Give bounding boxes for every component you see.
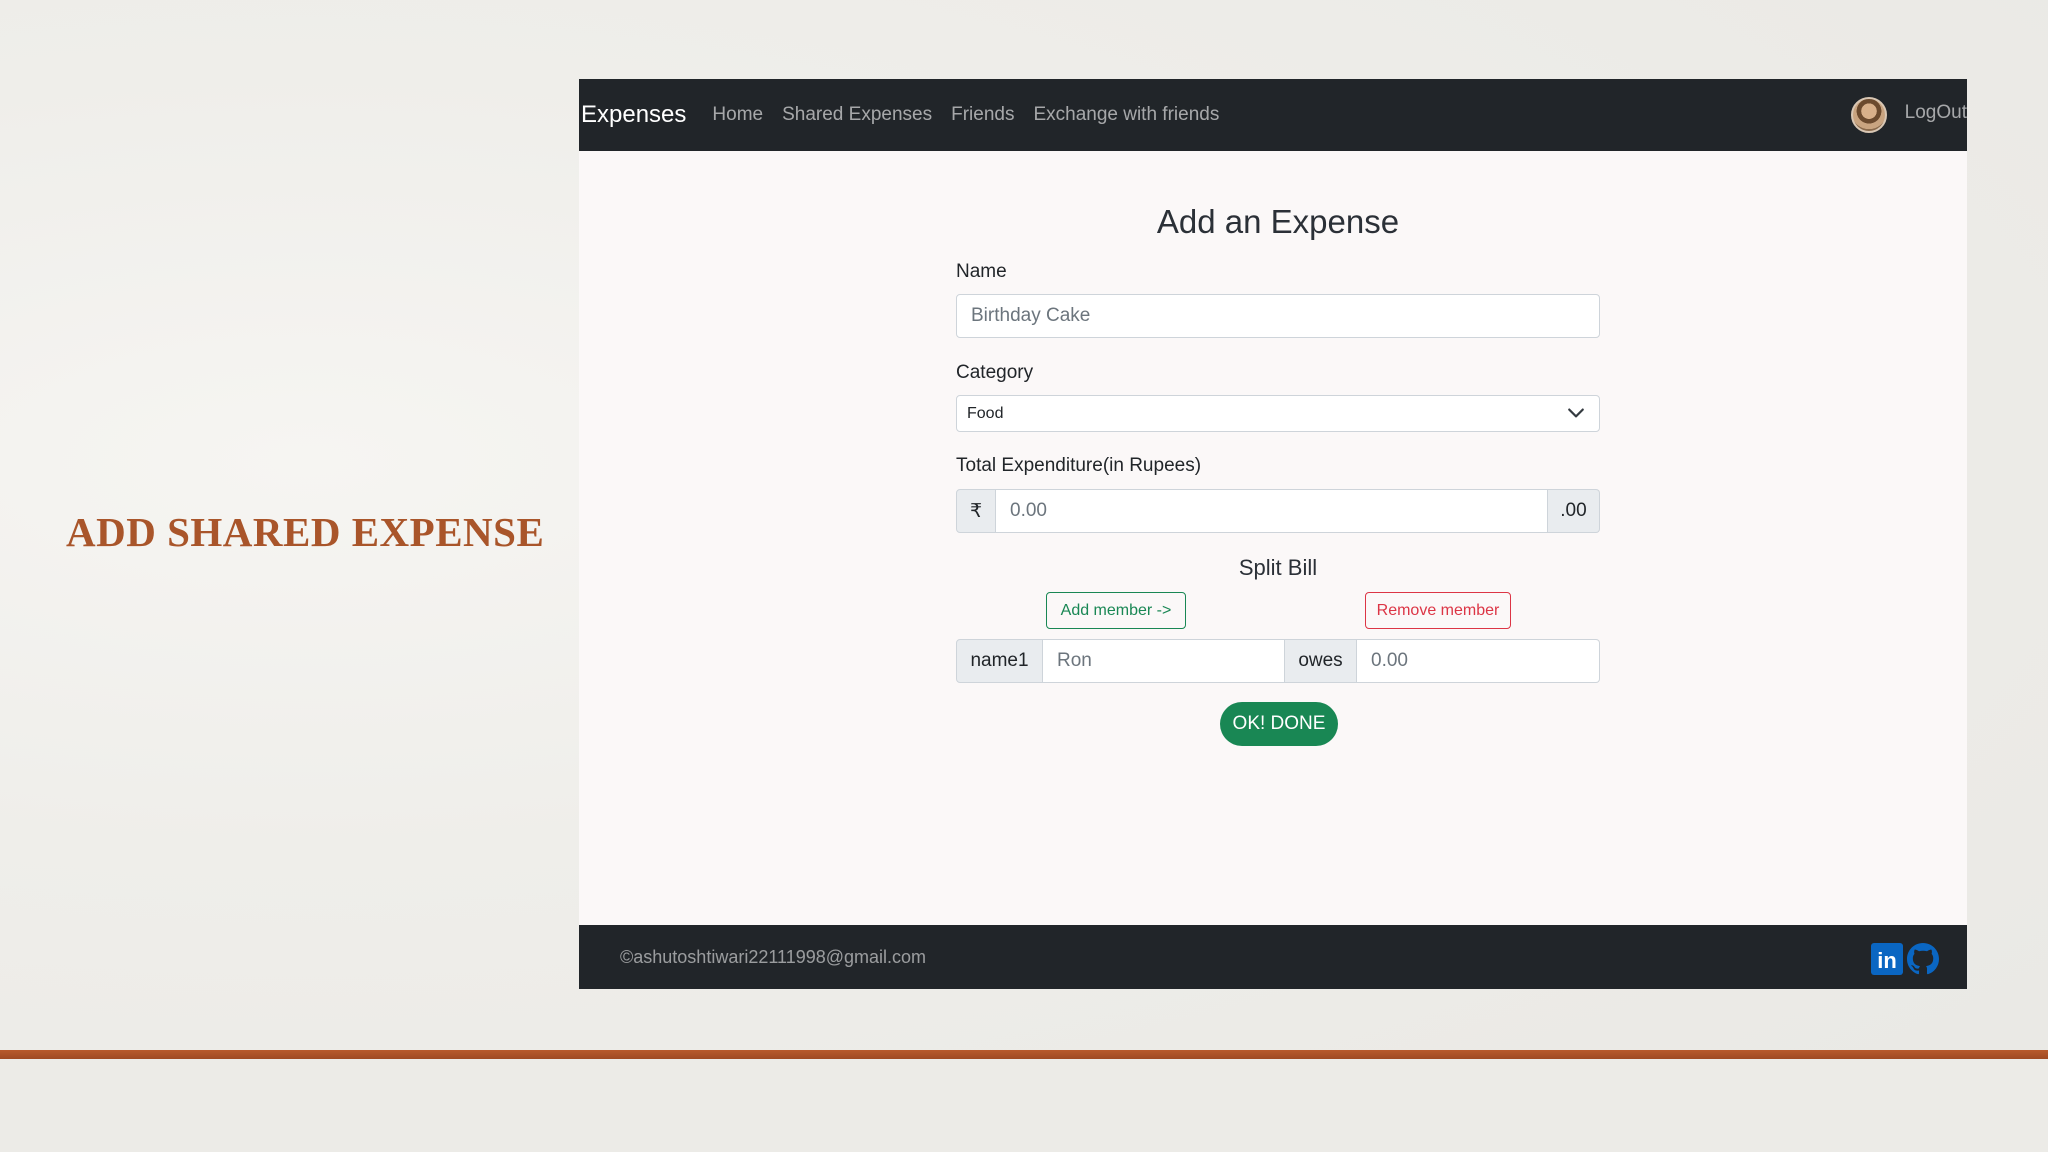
decimal-suffix: .00 <box>1548 489 1600 533</box>
logout-link[interactable]: LogOut <box>1905 102 1967 124</box>
navbar: Expenses Home Shared Expenses Friends Ex… <box>579 79 1967 151</box>
rupee-prefix: ₹ <box>956 489 996 533</box>
slide-title: ADD SHARED EXPENSE <box>66 509 545 555</box>
category-selected: Food <box>967 404 1004 422</box>
nav-home[interactable]: Home <box>712 104 763 126</box>
chevron-down-icon <box>1568 408 1584 418</box>
member-amount-input[interactable]: 0.00 <box>1357 639 1600 683</box>
name-label: Name <box>956 261 1007 282</box>
member-name-input[interactable]: Ron <box>1043 639 1285 683</box>
total-label: Total Expenditure(in Rupees) <box>956 455 1202 476</box>
footer-email: ©ashutoshtiwari22111998@gmail.com <box>620 946 927 967</box>
add-member-button[interactable]: Add member -> <box>1046 592 1186 629</box>
nav-right: LogOut <box>1850 79 1967 151</box>
nav-exchange-with-friends[interactable]: Exchange with friends <box>1033 104 1219 126</box>
linkedin-icon[interactable]: in <box>1871 943 1903 975</box>
total-input[interactable]: 0.00 <box>996 489 1548 533</box>
owes-label: owes <box>1285 639 1357 683</box>
slide-bottom-band <box>0 1059 2048 1152</box>
name-input[interactable]: Birthday Cake <box>956 294 1600 338</box>
member-row: name1 Ron owes 0.00 <box>956 639 1600 683</box>
user-avatar-icon[interactable] <box>1850 97 1887 133</box>
total-input-group: ₹ 0.00 .00 <box>956 489 1600 533</box>
brand[interactable]: Expenses <box>581 101 686 129</box>
category-select[interactable]: Food <box>956 395 1600 432</box>
app-window: Expenses Home Shared Expenses Friends Ex… <box>579 79 1967 989</box>
member-label: name1 <box>956 639 1043 683</box>
category-label: Category <box>956 362 1034 383</box>
social-links: in <box>1871 943 1939 975</box>
main-content: Add an Expense Name Birthday Cake Catego… <box>579 151 1967 917</box>
nav-friends[interactable]: Friends <box>951 104 1014 126</box>
footer: ©ashutoshtiwari22111998@gmail.com in <box>579 925 1967 989</box>
split-bill-title: Split Bill <box>1238 555 1318 580</box>
slide-divider <box>0 1050 2048 1059</box>
form-title: Add an Expense <box>1156 203 1400 240</box>
github-icon[interactable] <box>1907 943 1939 975</box>
remove-member-button[interactable]: Remove member <box>1365 592 1511 629</box>
nav-shared-expenses[interactable]: Shared Expenses <box>782 104 932 126</box>
ok-done-button[interactable]: OK! DONE <box>1220 702 1338 746</box>
